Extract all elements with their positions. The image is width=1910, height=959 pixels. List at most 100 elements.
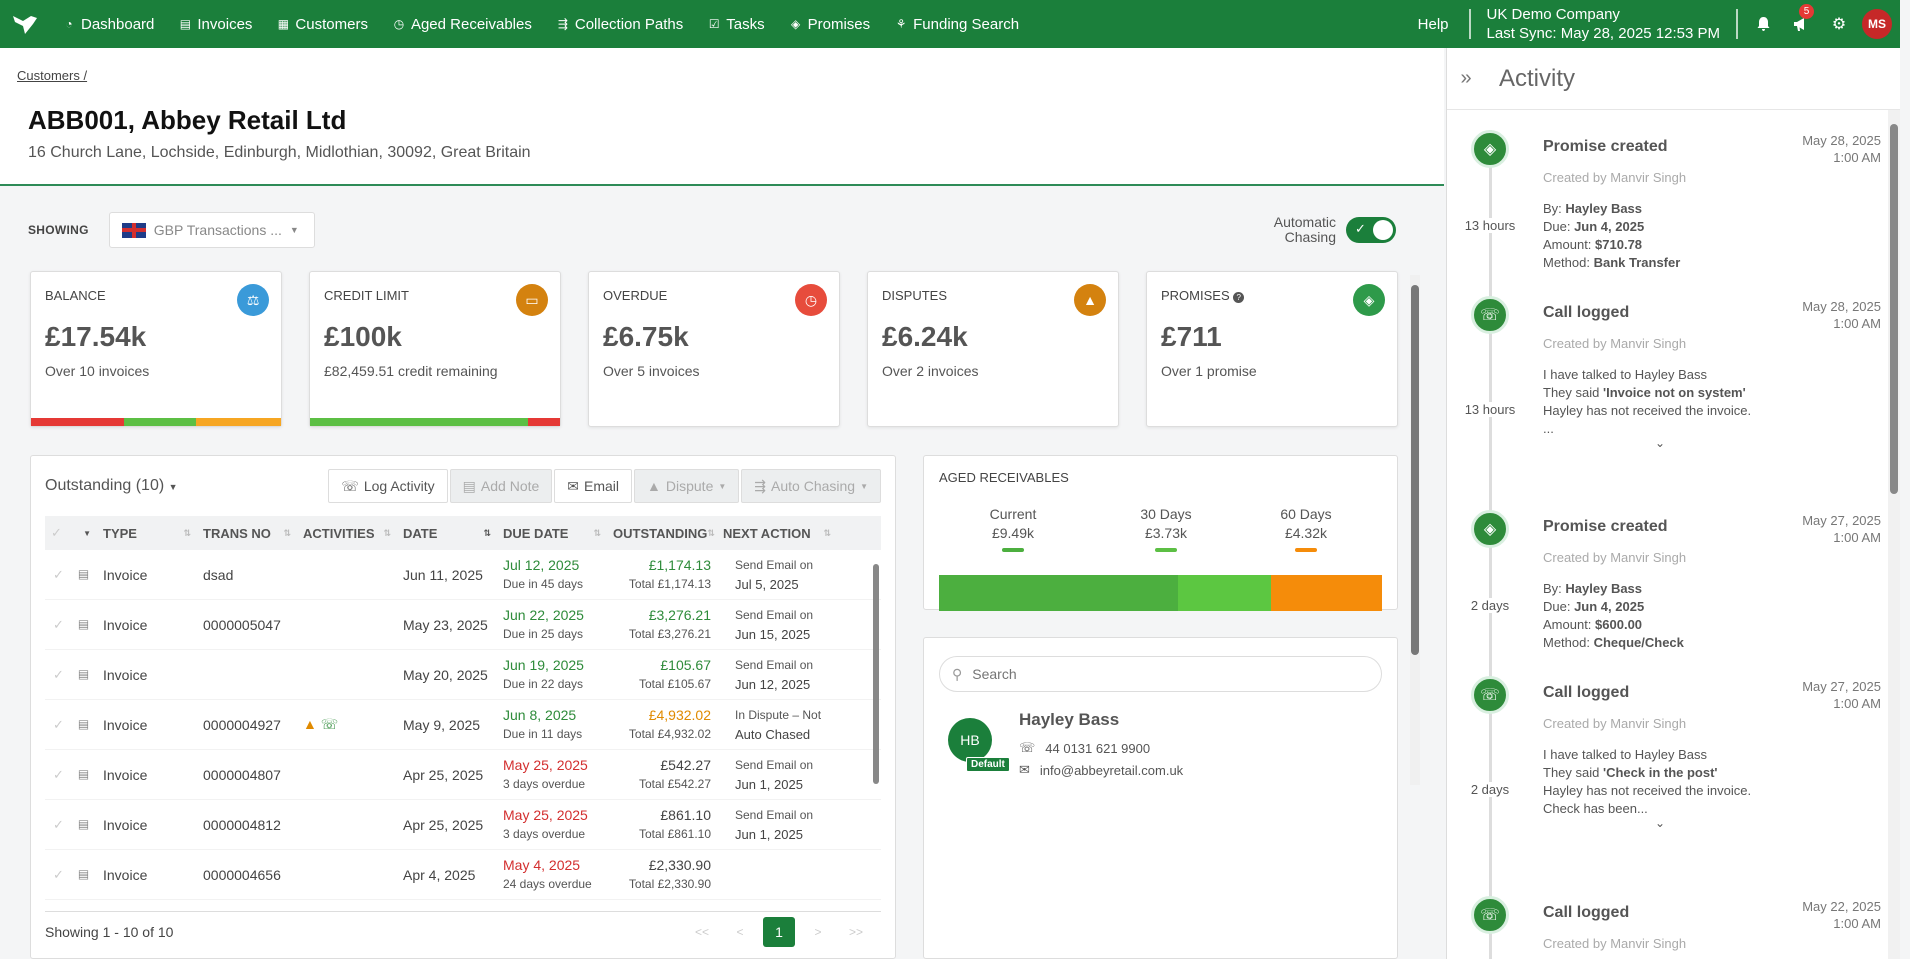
- warning-icon[interactable]: ▲: [303, 716, 317, 732]
- cell-next-action: Send Email on Jun 15, 2025: [735, 607, 814, 642]
- table-row[interactable]: ✓ ▤ Invoice 0000004656 Apr 4, 2025 May 4, 202…: [45, 850, 881, 900]
- aged-bar-30[interactable]: [1178, 575, 1272, 611]
- activity-scrollbar[interactable]: [1888, 110, 1900, 959]
- add-note-button[interactable]: ▤ Add Note: [449, 469, 553, 503]
- table-scroll-thumb[interactable]: [873, 564, 879, 784]
- document-icon[interactable]: ▤: [78, 767, 89, 783]
- outstanding-filter-dropdown[interactable]: Outstanding (10) ▼: [45, 477, 178, 495]
- row-select-check[interactable]: ✓: [53, 717, 64, 733]
- row-select-check[interactable]: ✓: [53, 767, 64, 783]
- aged-60-days[interactable]: 60 Days £4.32k: [1261, 505, 1351, 552]
- promises-card[interactable]: PROMISES ? £711 Over 1 promise ◈: [1146, 271, 1398, 427]
- document-icon[interactable]: ▤: [78, 717, 89, 733]
- column-activities[interactable]: ACTIVITIES ⇅: [297, 526, 397, 541]
- row-select-check[interactable]: ✓: [53, 867, 64, 883]
- help-icon[interactable]: ?: [1233, 292, 1245, 303]
- contact-email[interactable]: ✉ info@abbeyretail.com.uk: [1019, 762, 1183, 778]
- nav-collection-paths[interactable]: ⇶ Collection Paths: [544, 0, 695, 48]
- table-row[interactable]: ✓ ▤ Invoice dsad Jun 11, 2025 Jul 12, 2025 Due…: [45, 550, 881, 600]
- prev-page-button[interactable]: <: [725, 925, 755, 939]
- document-icon[interactable]: ▤: [78, 667, 89, 683]
- nav-customers[interactable]: ▦ Customers: [264, 0, 380, 48]
- cell-trans-no: 0000005047: [203, 616, 281, 633]
- bell-button[interactable]: [1744, 0, 1782, 48]
- document-icon[interactable]: ▤: [78, 617, 89, 633]
- main-scroll-thumb[interactable]: [1411, 285, 1419, 655]
- last-page-button[interactable]: >>: [841, 925, 871, 939]
- next-page-button[interactable]: >: [803, 925, 833, 939]
- document-icon[interactable]: ▤: [78, 817, 89, 833]
- main-scrollbar[interactable]: [1410, 275, 1420, 785]
- row-select-check[interactable]: ✓: [53, 567, 64, 583]
- document-icon[interactable]: ▤: [78, 867, 89, 883]
- automatic-chasing-toggle[interactable]: ✓: [1346, 217, 1396, 243]
- contact-search[interactable]: ⚲: [939, 656, 1382, 692]
- disputes-card[interactable]: DISPUTES £6.24k Over 2 invoices ▲: [867, 271, 1119, 427]
- column-next-action[interactable]: NEXT ACTION ⇅: [717, 526, 837, 541]
- search-icon: ⚲: [952, 665, 963, 682]
- automatic-chasing-label: Automatic Chasing: [1273, 214, 1336, 245]
- page-button-1[interactable]: 1: [763, 916, 795, 947]
- settings-button[interactable]: ⚙: [1820, 0, 1858, 48]
- contact-phone[interactable]: ☏ 44 0131 621 9900: [1019, 740, 1183, 756]
- column-trans-no[interactable]: TRANS NO ⇅: [197, 526, 297, 541]
- row-select-check[interactable]: ✓: [53, 667, 64, 683]
- company-switcher[interactable]: UK Demo Company Last Sync: May 28, 2025 …: [1477, 5, 1730, 43]
- auto-chasing-button[interactable]: ⇶ Auto Chasing ▼: [741, 469, 881, 503]
- nav-promises[interactable]: ◈ Promises: [777, 0, 883, 48]
- aged-30-days[interactable]: 30 Days £3.73k: [1121, 505, 1211, 552]
- table-row[interactable]: ✓ ▤ Invoice 0000004807 Apr 25, 2025 May 25, 2…: [45, 750, 881, 800]
- user-avatar[interactable]: MS: [1862, 9, 1892, 39]
- call-details: I have talked to Hayley Bass They said 'C…: [1543, 747, 1752, 816]
- sort-icon: ⇅: [593, 527, 601, 538]
- nav-aged-receivables[interactable]: ◷ Aged Receivables: [380, 0, 544, 48]
- column-outstanding[interactable]: OUTSTANDING ⇅: [607, 526, 717, 541]
- select-all-column[interactable]: ✓ ▼: [45, 525, 97, 541]
- row-select-check[interactable]: ✓: [53, 617, 64, 633]
- row-select-check[interactable]: ✓: [53, 817, 64, 833]
- collapse-chevrons-icon[interactable]: »: [1447, 67, 1485, 90]
- main-content: Customers / ABB001, Abbey Retail Ltd 16 …: [0, 48, 1444, 959]
- aged-bar-current[interactable]: [939, 575, 1179, 611]
- expand-chevron-icon[interactable]: ⌄: [1655, 816, 1665, 830]
- overdue-card[interactable]: OVERDUE £6.75k Over 5 invoices ◷: [588, 271, 840, 427]
- email-button[interactable]: ✉ Email: [554, 469, 633, 503]
- table-row[interactable]: ✓ ▤ Invoice May 20, 2025 Jun 19, 2025 Due in …: [45, 650, 881, 700]
- first-page-button[interactable]: <<: [687, 925, 717, 939]
- document-icon[interactable]: ▤: [78, 567, 89, 583]
- activity-scroll-thumb[interactable]: [1890, 124, 1898, 494]
- signpost-icon: ⇶: [557, 17, 568, 31]
- expand-chevron-icon[interactable]: ⌄: [1655, 436, 1665, 450]
- column-due-date[interactable]: DUE DATE ⇅: [497, 526, 607, 541]
- log-activity-button[interactable]: ☏ Log Activity: [328, 469, 448, 503]
- column-date[interactable]: DATE ⇅: [397, 526, 497, 541]
- nav-funding-search[interactable]: ⚘ Funding Search: [882, 0, 1031, 48]
- cell-date: Apr 25, 2025: [403, 816, 484, 833]
- balance-card[interactable]: BALANCE £17.54k Over 10 invoices ⚖: [30, 271, 282, 427]
- announcements-button[interactable]: 5: [1782, 0, 1820, 48]
- breadcrumb[interactable]: Customers /: [17, 68, 1416, 83]
- app-logo[interactable]: [0, 0, 50, 48]
- credit-limit-card[interactable]: CREDIT LIMIT £100k £82,459.51 credit rem…: [309, 271, 561, 427]
- nav-tasks[interactable]: ☑ Tasks: [695, 0, 776, 48]
- aged-current[interactable]: Current £9.49k: [968, 505, 1058, 552]
- column-type[interactable]: TYPE ⇅: [97, 526, 197, 541]
- activity-item-author: Created by Manvir Singh: [1543, 336, 1687, 351]
- help-link[interactable]: Help: [1404, 16, 1463, 33]
- table-row[interactable]: ✓ ▤ Invoice 0000004812 Apr 25, 2025 May 25, 2…: [45, 800, 881, 850]
- phone-icon[interactable]: ☏: [321, 716, 339, 732]
- cell-due-date: Jun 22, 2025 Due in 25 days: [503, 606, 584, 641]
- aged-bar-60[interactable]: [1271, 575, 1382, 611]
- email-link[interactable]: info@abbeyretail.com.uk: [1040, 763, 1183, 778]
- cell-next-action: Send Email on Jun 12, 2025: [735, 657, 814, 692]
- table-row[interactable]: ✓ ▤ Invoice 0000005047 May 23, 2025 Jun 22, 2…: [45, 600, 881, 650]
- table-scrollbar[interactable]: [871, 550, 881, 900]
- activity-timeline: ◈ Promise created May 28, 2025 1:00 AM Creat…: [1447, 110, 1900, 959]
- currency-select[interactable]: GBP Transactions ... ▼: [108, 212, 315, 248]
- contact-card[interactable]: HB Default Hayley Bass ☏ 44 0131 621 9900…: [939, 710, 1382, 778]
- search-input[interactable]: [972, 666, 1369, 682]
- nav-invoices[interactable]: ▤ Invoices: [166, 0, 264, 48]
- table-row[interactable]: ✓ ▤ Invoice 0000004927 ▲ ☏ May 9, 2025 Jun 8, …: [45, 700, 881, 750]
- nav-dashboard[interactable]: ◔ Dashboard: [50, 0, 166, 48]
- dispute-button[interactable]: ▲ Dispute ▼: [634, 469, 740, 503]
